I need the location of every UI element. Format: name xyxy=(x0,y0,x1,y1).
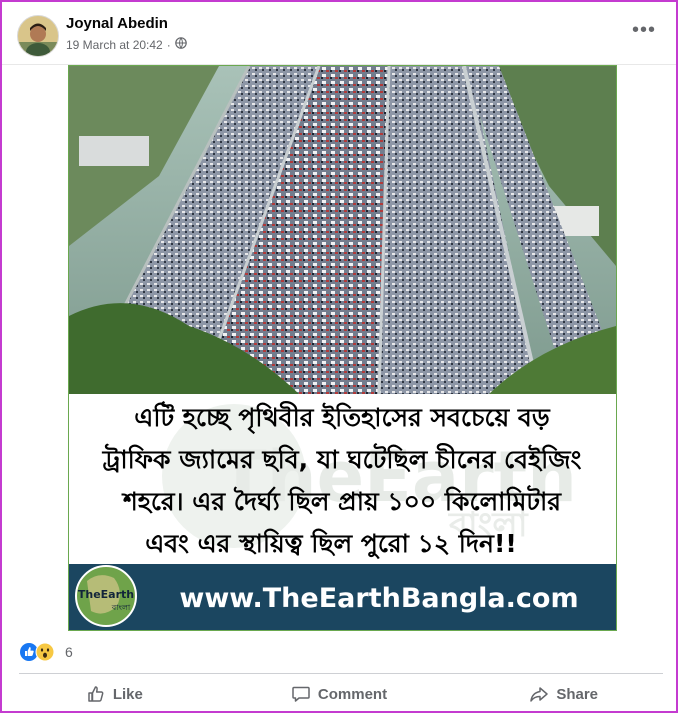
caption-line-3: শহরে। এর দৈর্ঘ্য ছিল প্রায় ১০০ কিলোমিটা… xyxy=(121,485,562,516)
like-button[interactable]: Like xyxy=(2,678,227,710)
wow-icon xyxy=(35,642,55,667)
comment-label: Comment xyxy=(317,685,388,703)
post-image[interactable]: TheEarth বাংলা এটি হচ্ছে পৃথিবীর ইতিহাসে… xyxy=(68,65,617,631)
actions-divider xyxy=(19,673,663,674)
post-actions: Like Comment Share xyxy=(2,678,676,710)
comment-icon xyxy=(292,686,310,702)
caption-line-2: ট্রাফিক জ্যামের ছবি, যা ঘটেছিল চীনের বেই… xyxy=(102,443,582,474)
logo-text: TheEarth xyxy=(78,588,134,601)
caption-line-4: এবং এর স্থায়িত্ব ছিল পুরো ১২ দিন!! xyxy=(145,528,517,560)
share-label: Share xyxy=(556,685,599,703)
post-timestamp[interactable]: 19 March at 20:42 xyxy=(66,38,163,52)
avatar[interactable] xyxy=(17,15,59,57)
like-label: Like xyxy=(112,685,143,703)
author-name[interactable]: Joynal Abedin xyxy=(66,15,168,32)
caption-line-1: এটি হচ্ছে পৃথিবীর ইতিহাসের সবচেয়ে বড় xyxy=(134,401,551,434)
banner-url: www.TheEarthBangla.com xyxy=(179,583,578,614)
more-options-icon[interactable]: ••• xyxy=(632,20,656,40)
post-card: Joynal Abedin 19 March at 20:42 · ••• Th… xyxy=(0,0,678,713)
post-meta: 19 March at 20:42 · xyxy=(66,37,187,52)
reaction-count[interactable]: 6 xyxy=(65,644,73,660)
meta-separator: · xyxy=(166,37,171,52)
comment-button[interactable]: Comment xyxy=(227,678,452,710)
share-button[interactable]: Share xyxy=(451,678,676,710)
logo-subtext: বাংলা xyxy=(111,603,131,612)
thumbs-up-icon xyxy=(88,686,104,702)
globe-icon xyxy=(174,37,187,52)
reactions-summary[interactable] xyxy=(19,642,55,667)
share-icon xyxy=(530,687,549,702)
